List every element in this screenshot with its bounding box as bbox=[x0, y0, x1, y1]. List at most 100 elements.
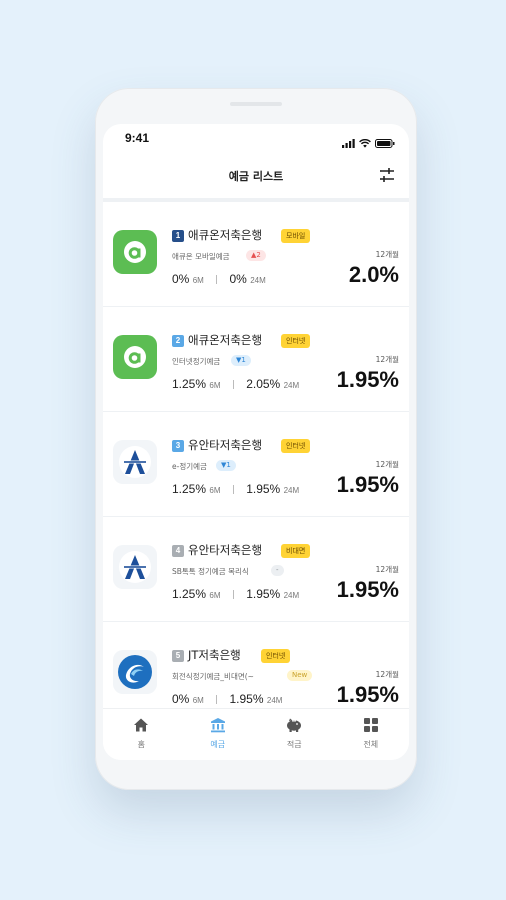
deposit-list[interactable]: 1 애큐온저축은행 모바일 애큐온 모바일예금 ▲2 0% 6M 0% 24M … bbox=[103, 198, 409, 708]
tab-deposit[interactable]: 예금 bbox=[180, 709, 257, 760]
app-screen: 9:41 예금 리스트 1 애큐온저축은행 모바일 애큐온 모바일예금 ▲2 0… bbox=[103, 124, 409, 760]
rank-change-chip: ▼1 bbox=[216, 460, 236, 471]
product-name: 회전식정기예금_비대면(~ bbox=[172, 672, 254, 681]
phone-frame: 9:41 예금 리스트 1 애큐온저축은행 모바일 애큐온 모바일예금 ▲2 0… bbox=[95, 88, 417, 790]
rate-6m-unit: 6M bbox=[192, 696, 204, 705]
product-name: e-정기예금 bbox=[172, 462, 207, 471]
rate-6m: 1.25% bbox=[172, 377, 207, 391]
rank-change-chip: ▼1 bbox=[231, 355, 251, 366]
yuanta-logo-icon bbox=[113, 545, 157, 589]
sub-rates: 1.25% 6M 2.05% 24M bbox=[172, 377, 299, 391]
rate-divider bbox=[216, 275, 218, 284]
system-icons bbox=[342, 133, 395, 152]
rate-6m: 0% bbox=[172, 272, 190, 286]
bottom-tab-bar: 홈 예금 적금 전체 bbox=[103, 708, 409, 760]
product-name: 인터넷정기예금 bbox=[172, 357, 221, 366]
deposit-card[interactable]: 4 유안타저축은행 비대면 SB톡톡 정기예금 복리식 - 1.25% 6M 1… bbox=[103, 517, 409, 621]
channel-tag: 인터넷 bbox=[261, 649, 291, 663]
rate-divider bbox=[216, 695, 218, 704]
main-rate: 1.95% bbox=[336, 367, 399, 392]
bank-name: 유안타저축은행 bbox=[188, 543, 263, 557]
rank-badge: 5 bbox=[172, 650, 184, 662]
bank-name: 애큐온저축은행 bbox=[188, 228, 263, 242]
rate-24m: 0% bbox=[229, 272, 247, 286]
term-label: 12개월 bbox=[375, 250, 399, 259]
battery-icon bbox=[375, 133, 395, 152]
rate-6m-unit: 6M bbox=[192, 276, 204, 285]
rank-change-chip: - bbox=[271, 565, 284, 576]
sub-rates: 1.25% 6M 1.95% 24M bbox=[172, 587, 299, 601]
tab-label: 적금 bbox=[286, 740, 302, 749]
rate-24m-unit: 24M bbox=[283, 486, 300, 495]
sub-rates: 0% 6M 0% 24M bbox=[172, 272, 266, 286]
rank-change-chip: ▲2 bbox=[246, 250, 266, 261]
bank-name: JT저축은행 bbox=[188, 648, 241, 662]
phone-speaker bbox=[230, 102, 282, 106]
sliders-icon bbox=[377, 168, 397, 189]
tab-all[interactable]: 전체 bbox=[333, 709, 410, 760]
home-icon bbox=[133, 717, 149, 737]
rate-divider bbox=[232, 380, 234, 389]
deposit-card[interactable]: 3 유안타저축은행 인터넷 e-정기예금 ▼1 1.25% 6M 1.95% 2… bbox=[103, 412, 409, 516]
rate-24m: 1.95% bbox=[246, 587, 281, 601]
term-label: 12개월 bbox=[375, 460, 399, 469]
yuanta-logo-icon bbox=[113, 440, 157, 484]
product-name: SB톡톡 정기예금 복리식 bbox=[172, 567, 249, 576]
rank-badge: 1 bbox=[172, 230, 184, 242]
rate-6m: 1.25% bbox=[172, 482, 207, 496]
rate-24m: 2.05% bbox=[246, 377, 281, 391]
bank-name: 애큐온저축은행 bbox=[188, 333, 263, 347]
term-label: 12개월 bbox=[375, 670, 399, 679]
page-title: 예금 리스트 bbox=[228, 170, 284, 183]
rate-divider bbox=[232, 485, 234, 494]
deposit-card[interactable]: 2 애큐온저축은행 인터넷 인터넷정기예금 ▼1 1.25% 6M 2.05% … bbox=[103, 307, 409, 411]
jt-logo-icon bbox=[113, 650, 157, 694]
deposit-card[interactable]: 1 애큐온저축은행 모바일 애큐온 모바일예금 ▲2 0% 6M 0% 24M … bbox=[103, 202, 409, 306]
piggy-bank-icon bbox=[285, 717, 303, 737]
rate-24m-unit: 24M bbox=[283, 591, 300, 600]
tab-home[interactable]: 홈 bbox=[103, 709, 180, 760]
main-rate: 1.95% bbox=[336, 472, 399, 497]
tab-label: 홈 bbox=[137, 740, 145, 749]
rate-divider bbox=[232, 590, 234, 599]
rate-6m: 0% bbox=[172, 692, 190, 706]
acuon-logo-icon bbox=[113, 230, 157, 274]
rate-24m-unit: 24M bbox=[250, 276, 266, 285]
sub-rates: 1.25% 6M 1.95% 24M bbox=[172, 482, 299, 496]
rank-badge: 2 bbox=[172, 335, 184, 347]
tab-savings[interactable]: 적금 bbox=[256, 709, 333, 760]
rate-6m-unit: 6M bbox=[209, 381, 221, 390]
sub-rates: 0% 6M 1.95% 24M bbox=[172, 692, 282, 706]
rate-6m-unit: 6M bbox=[209, 591, 221, 600]
deposit-card[interactable]: 5 JT저축은행 인터넷 회전식정기예금_비대면(~ New 0% 6M 1.9… bbox=[103, 622, 409, 708]
main-rate: 2.0% bbox=[348, 262, 399, 287]
wifi-icon bbox=[359, 133, 371, 152]
term-label: 12개월 bbox=[375, 355, 399, 364]
channel-tag: 모바일 bbox=[281, 229, 311, 243]
acuon-logo-icon bbox=[113, 335, 157, 379]
rate-24m-unit: 24M bbox=[283, 381, 300, 390]
bank-icon bbox=[210, 717, 226, 737]
rate-24m-unit: 24M bbox=[266, 696, 283, 705]
channel-tag: 인터넷 bbox=[281, 334, 311, 348]
bank-name: 유안타저축은행 bbox=[188, 438, 263, 452]
signal-icon bbox=[342, 133, 355, 152]
rank-badge: 4 bbox=[172, 545, 184, 557]
status-bar: 9:41 bbox=[103, 124, 409, 152]
rate-6m: 1.25% bbox=[172, 587, 207, 601]
tab-label: 예금 bbox=[210, 740, 226, 749]
tab-label: 전체 bbox=[363, 740, 379, 749]
product-name: 애큐온 모바일예금 bbox=[172, 252, 230, 261]
main-rate: 1.95% bbox=[336, 682, 399, 707]
rate-6m-unit: 6M bbox=[209, 486, 221, 495]
rate-24m: 1.95% bbox=[229, 692, 264, 706]
new-chip: New bbox=[287, 670, 313, 681]
main-rate: 1.95% bbox=[336, 577, 399, 602]
status-time: 9:41 bbox=[125, 131, 150, 145]
channel-tag: 인터넷 bbox=[281, 439, 311, 453]
app-header: 예금 리스트 bbox=[103, 152, 409, 198]
channel-tag: 비대면 bbox=[281, 544, 311, 558]
rate-24m: 1.95% bbox=[246, 482, 281, 496]
term-label: 12개월 bbox=[375, 565, 399, 574]
filter-button[interactable] bbox=[377, 165, 397, 185]
